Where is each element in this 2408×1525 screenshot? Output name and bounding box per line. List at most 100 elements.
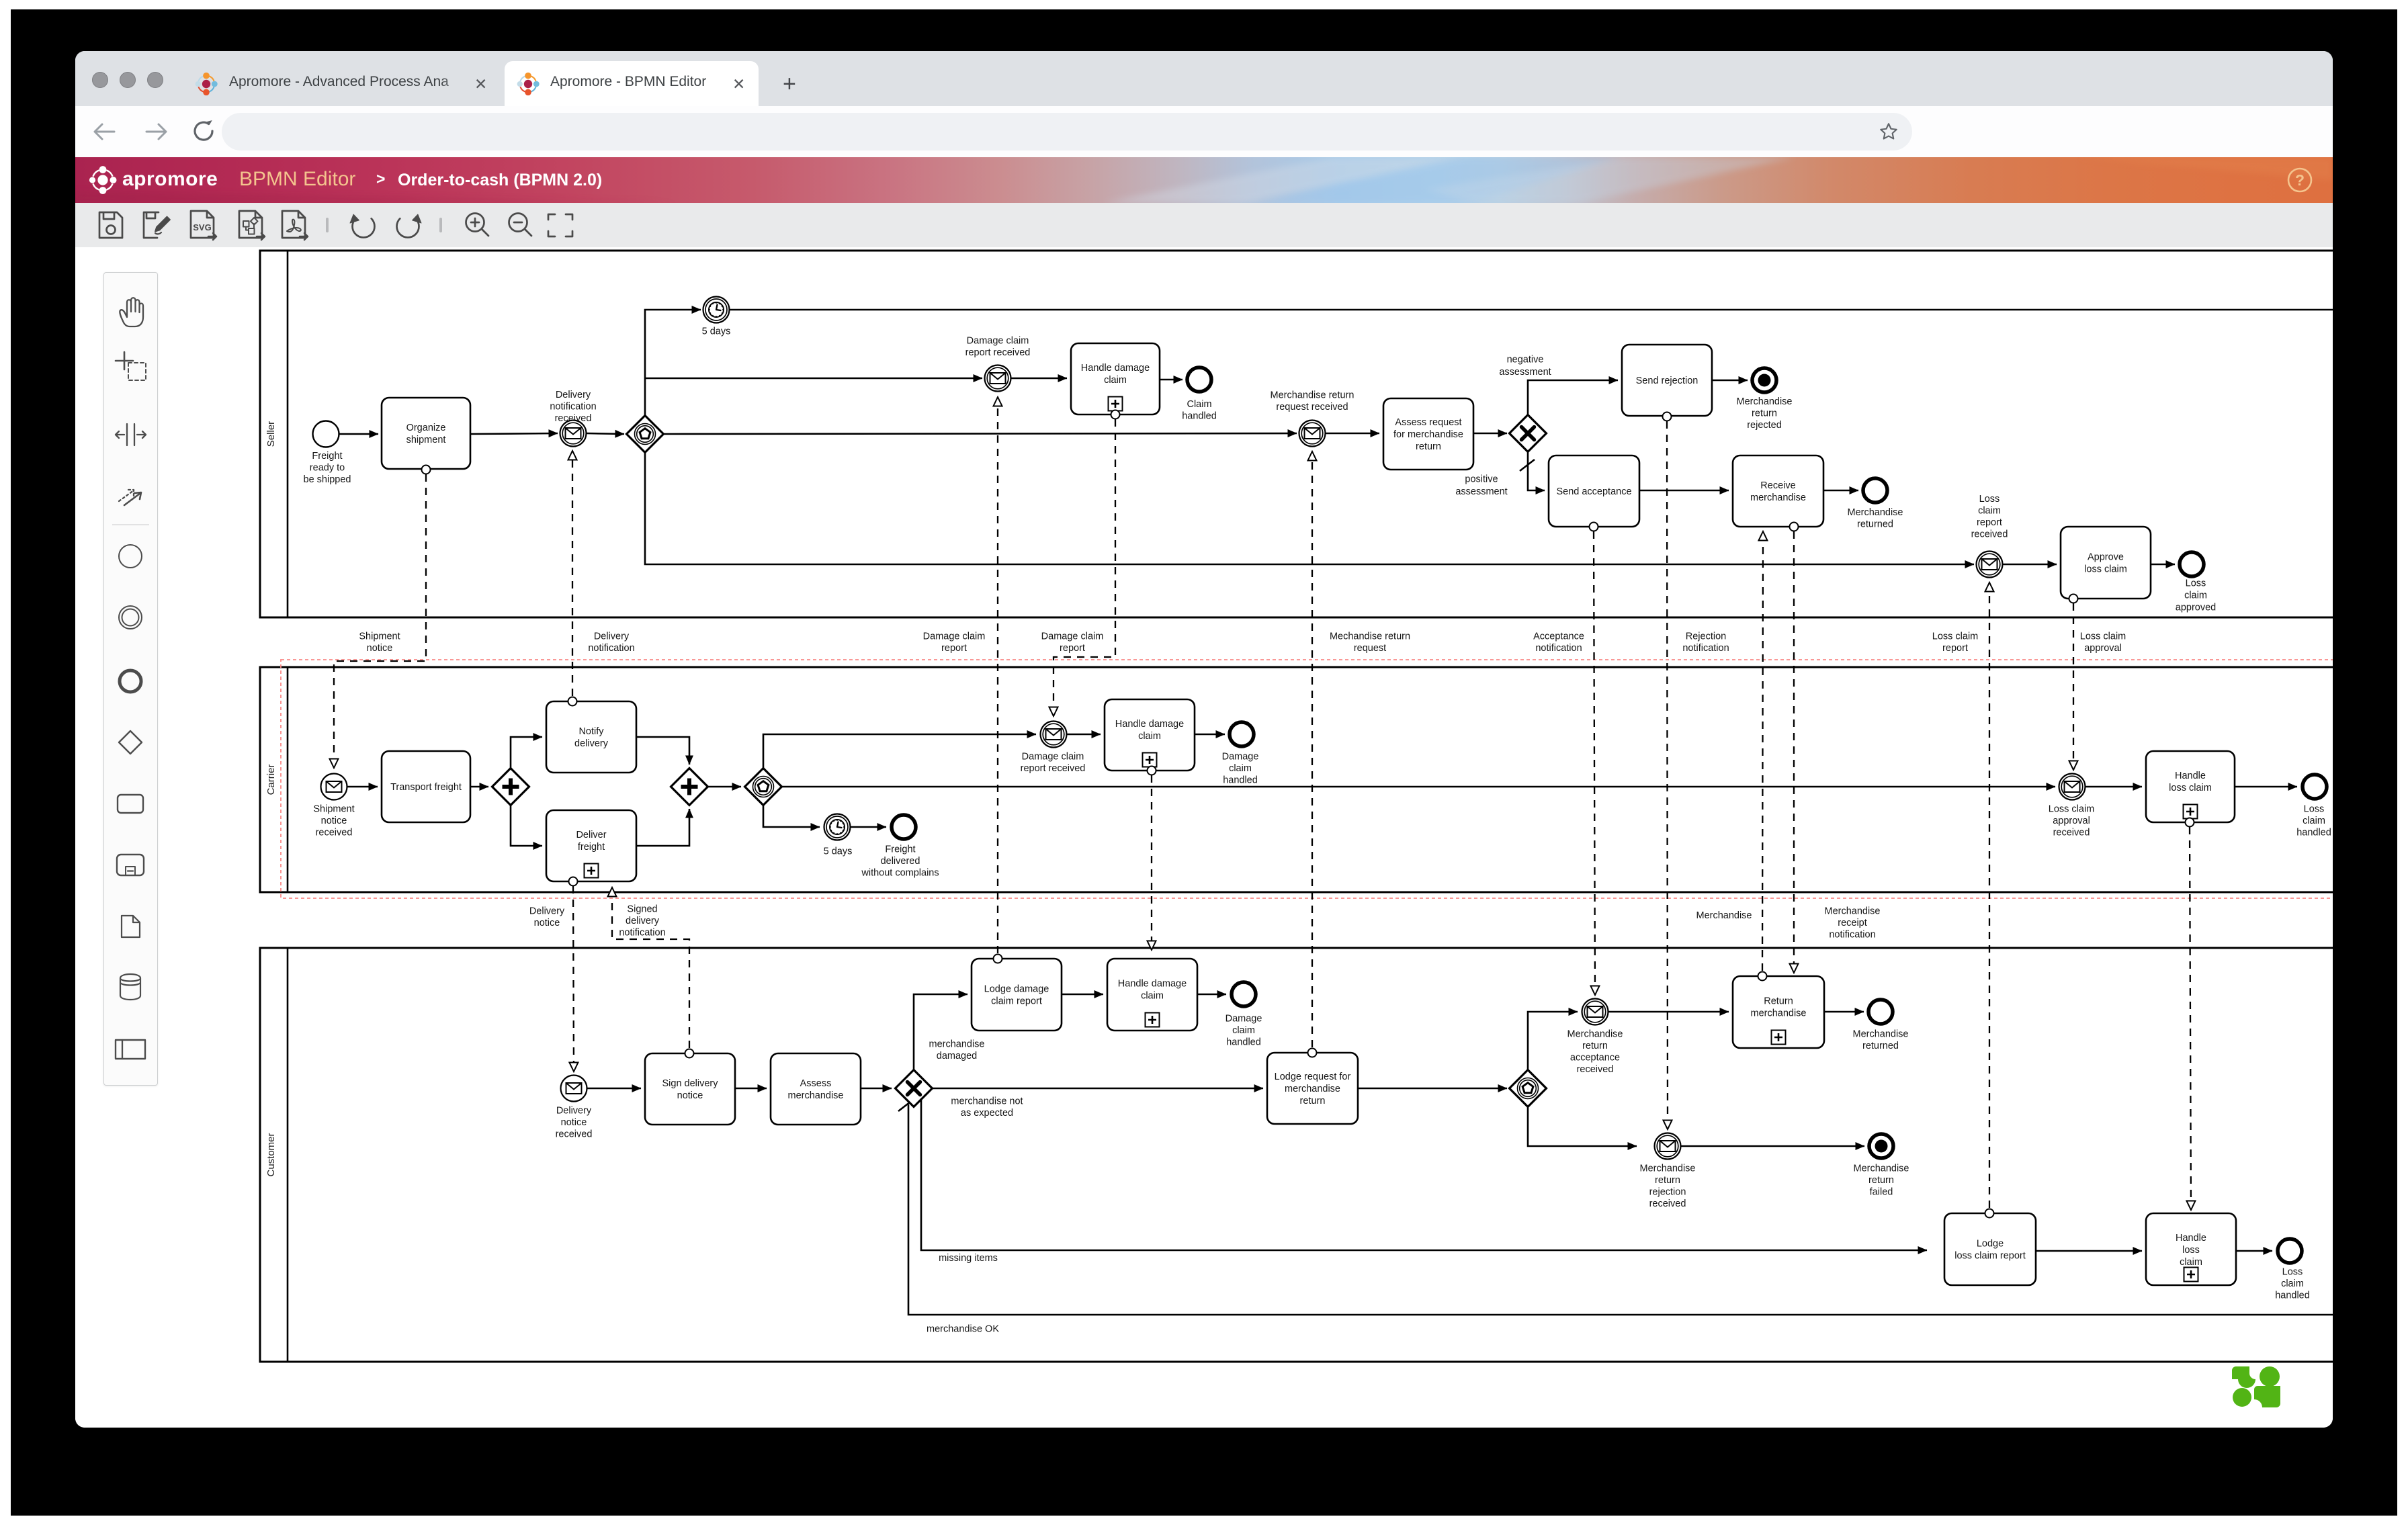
svg-text:approval: approval xyxy=(2084,643,2122,654)
svg-text:Mechandise return: Mechandise return xyxy=(1330,631,1410,642)
svg-text:report: report xyxy=(1060,643,1085,654)
svg-text:Send acceptance: Send acceptance xyxy=(1556,486,1631,497)
svg-text:receipt: receipt xyxy=(1838,918,1867,928)
svg-text:?: ? xyxy=(2295,171,2305,189)
svg-text:Signed: Signed xyxy=(627,904,657,915)
svg-text:notice: notice xyxy=(534,918,560,928)
svg-text:Delivery: Delivery xyxy=(556,390,591,400)
svg-text:Handle: Handle xyxy=(2175,771,2206,781)
svg-text:Lodge request for: Lodge request for xyxy=(1275,1072,1351,1082)
svg-text:without complains: without complains xyxy=(861,868,939,879)
svg-text:Handle damage: Handle damage xyxy=(1115,719,1184,730)
svg-text:Assess request: Assess request xyxy=(1395,417,1461,428)
svg-text:Return: Return xyxy=(1764,996,1793,1007)
svg-text:received: received xyxy=(2053,828,2090,838)
svg-text:Merchandise: Merchandise xyxy=(1567,1029,1623,1040)
svg-text:Merchandise: Merchandise xyxy=(1852,1029,1908,1040)
svg-text:Lodge damage: Lodge damage xyxy=(984,984,1049,995)
svg-text:damaged: damaged xyxy=(937,1051,977,1061)
svg-text:Freight: Freight xyxy=(885,844,915,855)
svg-text:Notify: Notify xyxy=(578,726,604,737)
svg-text:Transport freight: Transport freight xyxy=(390,782,462,793)
svg-text:report received: report received xyxy=(1021,763,1086,774)
svg-text:rejected: rejected xyxy=(1747,420,1782,431)
svg-text:negative: negative xyxy=(1507,355,1544,365)
svg-text:rejection: rejection xyxy=(1649,1187,1686,1198)
svg-text:Damage claim: Damage claim xyxy=(923,631,986,642)
svg-text:notice: notice xyxy=(367,643,393,654)
svg-text:SVG: SVG xyxy=(193,222,211,232)
svg-text:Loss: Loss xyxy=(2282,1267,2303,1278)
svg-text:Handle damage: Handle damage xyxy=(1118,979,1187,990)
svg-text:Loss: Loss xyxy=(2186,578,2206,589)
svg-text:Merchandise: Merchandise xyxy=(1847,507,1903,518)
svg-text:Acceptance: Acceptance xyxy=(1533,631,1584,642)
svg-text:Merchandise: Merchandise xyxy=(1853,1164,1909,1174)
svg-text:for merchandise: for merchandise xyxy=(1393,429,1463,440)
svg-text:Send rejection: Send rejection xyxy=(1636,376,1698,386)
svg-text:handled: handled xyxy=(1223,775,1258,786)
svg-text:return: return xyxy=(1582,1041,1608,1051)
svg-text:claim: claim xyxy=(2281,1278,2304,1289)
svg-text:approved: approved xyxy=(2176,603,2216,613)
svg-text:delivery: delivery xyxy=(574,738,609,749)
svg-text:notice: notice xyxy=(561,1117,587,1128)
svg-text:Loss claim: Loss claim xyxy=(2080,631,2126,642)
svg-text:return: return xyxy=(1416,441,1441,452)
svg-text:Delivery: Delivery xyxy=(594,631,630,642)
svg-text:notice: notice xyxy=(321,816,347,826)
svg-text:Merchandise: Merchandise xyxy=(1736,396,1792,407)
svg-text:request received: request received xyxy=(1276,402,1348,412)
svg-text:claim: claim xyxy=(2303,816,2325,826)
svg-text:Damage claim: Damage claim xyxy=(967,336,1029,347)
svg-text:claim: claim xyxy=(2184,591,2207,601)
svg-text:Sign delivery: Sign delivery xyxy=(662,1078,718,1089)
svg-text:freight: freight xyxy=(578,842,605,853)
svg-text:claim: claim xyxy=(2180,1257,2202,1268)
svg-text:return: return xyxy=(1300,1096,1326,1106)
svg-text:loss claim report: loss claim report xyxy=(1954,1251,2026,1262)
svg-text:loss claim: loss claim xyxy=(2169,783,2212,793)
svg-text:as expected: as expected xyxy=(961,1108,1013,1119)
svg-text:delivery: delivery xyxy=(626,916,660,926)
svg-text:notification: notification xyxy=(1682,643,1729,654)
svg-text:Deliver: Deliver xyxy=(576,830,606,840)
svg-text:received: received xyxy=(316,828,353,838)
svg-text:Damage claim: Damage claim xyxy=(1041,631,1104,642)
svg-text:merchandise: merchandise xyxy=(1285,1084,1340,1094)
svg-text:claim: claim xyxy=(1978,506,2001,517)
svg-text:delivered: delivered xyxy=(881,856,920,867)
svg-text:Shipment: Shipment xyxy=(359,631,400,642)
svg-text:Lodge: Lodge xyxy=(1977,1239,2004,1250)
svg-text:Damage: Damage xyxy=(1222,752,1259,762)
svg-text:Delivery: Delivery xyxy=(529,906,565,917)
svg-text:claim: claim xyxy=(1229,763,1252,774)
svg-text:return: return xyxy=(1868,1175,1894,1186)
svg-text:received: received xyxy=(1577,1064,1614,1075)
svg-text:claim report: claim report xyxy=(991,996,1042,1007)
svg-text:Loss: Loss xyxy=(2304,804,2325,815)
svg-text:merchandise: merchandise xyxy=(929,1039,984,1050)
svg-text:merchandise: merchandise xyxy=(1750,1008,1806,1019)
svg-text:Handle: Handle xyxy=(2176,1233,2206,1244)
svg-text:loss claim: loss claim xyxy=(2084,564,2127,575)
svg-text:received: received xyxy=(1971,529,2008,540)
svg-text:Carrier: Carrier xyxy=(265,765,277,795)
svg-text:report: report xyxy=(1942,643,1968,654)
svg-text:Organize: Organize xyxy=(406,423,446,433)
svg-text:Freight: Freight xyxy=(312,451,342,462)
svg-text:Delivery: Delivery xyxy=(556,1106,592,1117)
svg-text:handled: handled xyxy=(2275,1291,2310,1301)
svg-text:Receive: Receive xyxy=(1760,480,1795,491)
svg-text:returned: returned xyxy=(1862,1041,1899,1051)
svg-text:Handle damage: Handle damage xyxy=(1081,363,1150,374)
svg-text:Merchandise: Merchandise xyxy=(1696,910,1752,921)
svg-text:Shipment: Shipment xyxy=(313,804,354,815)
svg-text:Merchandise return: Merchandise return xyxy=(1271,390,1354,401)
svg-text:report received: report received xyxy=(965,347,1031,358)
svg-text:Damage claim: Damage claim xyxy=(1022,752,1084,762)
svg-text:Seller: Seller xyxy=(265,421,277,447)
svg-text:Loss claim: Loss claim xyxy=(1932,631,1979,642)
svg-text:Damage: Damage xyxy=(1226,1014,1262,1025)
svg-text:merchandise: merchandise xyxy=(787,1090,843,1101)
